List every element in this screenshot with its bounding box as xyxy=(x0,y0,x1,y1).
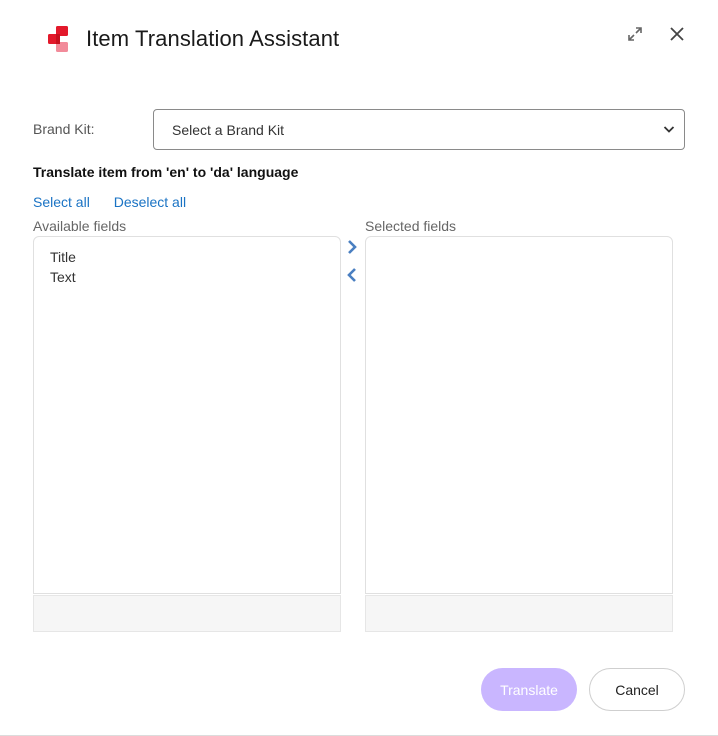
brand-kit-label: Brand Kit: xyxy=(33,121,95,137)
translation-dialog: Item Translation Assistant Brand Kit: Se… xyxy=(0,0,718,736)
cancel-button[interactable]: Cancel xyxy=(589,668,685,711)
select-all-link[interactable]: Select all xyxy=(33,194,90,210)
selected-list-footer xyxy=(365,595,673,632)
chevron-down-icon xyxy=(663,126,675,133)
dialog-header: Item Translation Assistant xyxy=(46,24,339,54)
translate-button[interactable]: Translate xyxy=(481,668,577,711)
chevron-left-icon xyxy=(347,268,356,282)
translate-heading: Translate item from 'en' to 'da' languag… xyxy=(33,164,299,180)
dialog-title: Item Translation Assistant xyxy=(86,26,340,51)
move-right-button[interactable] xyxy=(345,238,359,256)
list-item[interactable]: Title xyxy=(34,247,340,267)
move-left-button[interactable] xyxy=(345,266,359,284)
app-logo-icon xyxy=(48,26,68,52)
expand-button[interactable] xyxy=(625,24,645,44)
close-button[interactable] xyxy=(667,24,687,44)
selected-fields-list[interactable] xyxy=(365,236,673,594)
brand-kit-selected-value: Select a Brand Kit xyxy=(172,121,285,138)
list-item[interactable]: Text xyxy=(34,267,340,287)
available-list-footer xyxy=(33,595,341,632)
expand-icon xyxy=(628,27,642,41)
available-fields-label: Available fields xyxy=(33,218,127,234)
chevron-right-icon xyxy=(348,240,357,254)
deselect-all-link[interactable]: Deselect all xyxy=(114,194,186,210)
close-icon xyxy=(670,27,684,41)
available-fields-list[interactable]: Title Text xyxy=(33,236,341,594)
selection-links: Select all Deselect all xyxy=(33,194,206,210)
brand-kit-select[interactable]: Select a Brand Kit xyxy=(153,109,685,150)
selected-fields-label: Selected fields xyxy=(365,218,457,234)
